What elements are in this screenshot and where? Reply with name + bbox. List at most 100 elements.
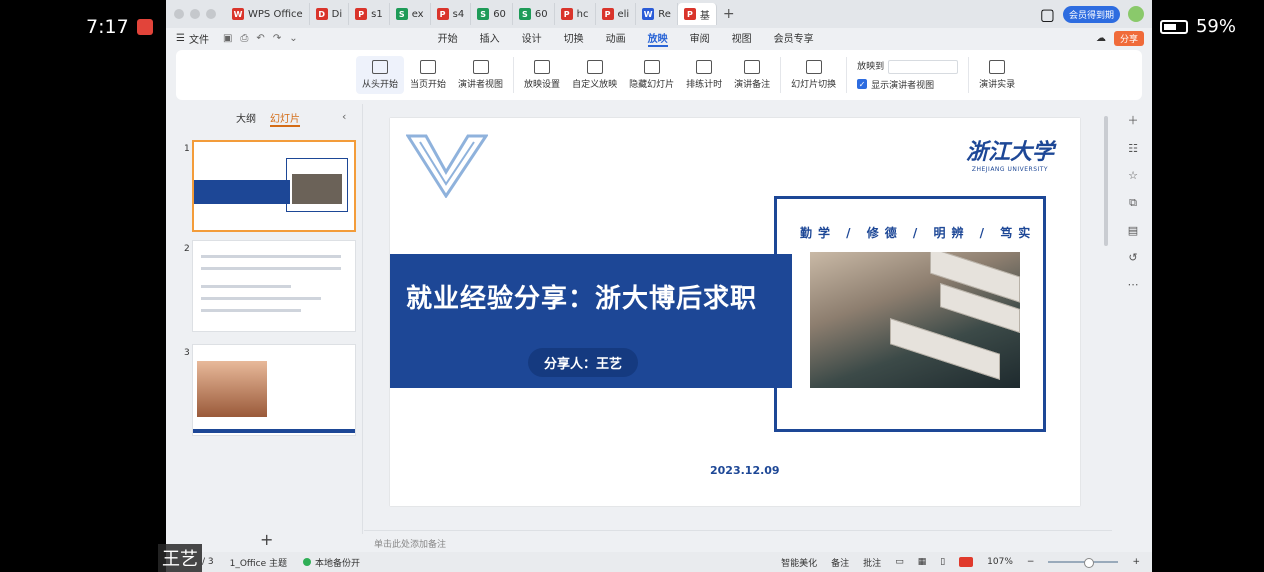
zoom-in-icon[interactable]: + [1132, 557, 1140, 567]
slide-thumbnail-2[interactable] [192, 240, 356, 332]
file-menu[interactable]: ☰ 文件 [176, 31, 209, 46]
w-app-icon: W [642, 8, 655, 20]
image-icon[interactable]: ▤ [1128, 224, 1138, 237]
menu-tab-3[interactable]: 切换 [564, 30, 584, 47]
ribbon-button-group: 从头开始 当页开始 演讲者视图 放映设置 自定义放映 隐藏幻灯片 排练计时 演讲备注 幻灯片切换 [356, 56, 842, 94]
notes-input[interactable]: 单击此处添加备注 [364, 530, 1112, 552]
chevron-down-icon[interactable]: ⌄ [289, 33, 297, 44]
presenter-view-checkbox[interactable]: ✓ 显示演讲者视图 [857, 78, 958, 91]
star-icon[interactable]: ☆ [1128, 169, 1138, 182]
file-menu-label: 文件 [188, 34, 209, 46]
speaker-notes-button[interactable]: 演讲备注 [728, 60, 776, 90]
redo-icon[interactable]: ↷ [273, 33, 281, 44]
show-settings-icon [534, 60, 551, 74]
backup-status[interactable]: 本地备份开 [302, 556, 360, 569]
menu-tab-6[interactable]: 审阅 [690, 30, 710, 47]
copy-icon[interactable]: ⧉ [1129, 196, 1137, 210]
close-window-icon[interactable] [174, 9, 184, 19]
current-slide[interactable]: 浙江大学 ZHEJIANG UNIVERSITY 勤学 / 修德 / 明辨 / … [390, 118, 1080, 506]
slide-thumbnail-1[interactable] [192, 140, 356, 232]
grid-view-icon[interactable]: ▦ [918, 557, 927, 567]
status-right: 智能美化 备注 批注 ▭ ▦ ▯ 107% − + [781, 556, 1152, 569]
zoom-slider[interactable] [1048, 558, 1119, 568]
more-icon[interactable]: ⋯ [1128, 278, 1139, 291]
properties-icon[interactable]: ☷ [1128, 142, 1138, 155]
play-icon[interactable] [959, 557, 974, 567]
add-slide-icon[interactable]: + [260, 530, 273, 549]
save-icon[interactable]: ▣ [223, 33, 232, 44]
menu-tab-1[interactable]: 插入 [480, 30, 500, 47]
thumb-photo [197, 361, 267, 417]
zoom-level[interactable]: 107% [987, 557, 1013, 567]
tab-3[interactable]: Sex [390, 3, 431, 25]
from-start-button[interactable]: 从头开始 [356, 56, 405, 94]
minimize-window-icon[interactable] [190, 9, 200, 19]
menu-tab-5[interactable]: 放映 [647, 30, 668, 47]
tab-label: eli [617, 8, 630, 20]
collapse-panel-icon[interactable]: ‹ [342, 110, 346, 123]
new-tab-icon[interactable]: + [717, 6, 741, 22]
presenter-view-button[interactable]: 演讲者视图 [452, 60, 509, 90]
hide-slide-button[interactable]: 隐藏幻灯片 [623, 60, 680, 90]
tab-6[interactable]: S 60 [513, 3, 555, 25]
slide-date: 2023.12.09 [710, 464, 780, 477]
share-button[interactable]: 分享 [1113, 30, 1144, 46]
tab-10[interactable]: P基 [677, 3, 717, 25]
tab-0[interactable]: W WPS Office [226, 3, 310, 25]
tab-7[interactable]: Phc [555, 3, 596, 25]
zoom-out-icon[interactable]: − [1027, 557, 1035, 567]
tab-9[interactable]: W Re [636, 3, 678, 25]
slides-tab[interactable]: 幻灯片 [270, 110, 300, 127]
beautify-button[interactable]: 智能美化 [781, 556, 817, 569]
from-current-button[interactable]: 当页开始 [404, 60, 452, 90]
vertical-scrollbar[interactable] [1104, 116, 1108, 246]
tab-8[interactable]: Peli [596, 3, 637, 25]
history-icon[interactable]: ↺ [1128, 251, 1137, 264]
phone-screen: 7:17 59% W WPS Office D Di Ps1 Sex Ps4 S 60 S 60 Ph… [0, 0, 1264, 572]
rehearse-timing-button[interactable]: 排练计时 [680, 60, 728, 90]
add-icon[interactable]: ＋ [1128, 112, 1139, 128]
layout-icon[interactable]: ▢ [1040, 5, 1055, 24]
panel-divider [362, 104, 363, 534]
presenter-view-icon [472, 60, 489, 74]
vip-badge[interactable]: 会员得到期 [1062, 5, 1120, 23]
menu-tab-7[interactable]: 视图 [732, 30, 752, 47]
menu-tab-4[interactable]: 动画 [606, 30, 626, 47]
menu-bar: ☰ 文件 ▣ ⎙ ↶ ↷ ⌄ 开始 插入 设计 切换 动画 放映 审阅 视图 会员专享 ☁ 分享 [166, 28, 1152, 48]
show-to-label: 放映到 [857, 62, 885, 73]
avatar[interactable] [1128, 6, 1144, 22]
tab-1[interactable]: D Di [310, 3, 350, 25]
print-icon[interactable]: ⎙ [240, 33, 248, 44]
maximize-window-icon[interactable] [206, 9, 216, 19]
outline-tab[interactable]: 大纲 [236, 110, 256, 127]
show-settings-button[interactable]: 放映设置 [518, 60, 566, 90]
record-button[interactable]: 演讲实录 [973, 60, 1021, 90]
backup-dot-icon [302, 558, 311, 566]
comments-toggle[interactable]: 批注 [863, 556, 881, 569]
thumb-line [201, 285, 291, 288]
menu-tab-2[interactable]: 设计 [522, 30, 542, 47]
slide-title: 就业经验分享：浙大博后求职 [406, 284, 758, 314]
menu-tab-0[interactable]: 开始 [438, 30, 458, 47]
p-app-icon: P [560, 8, 573, 20]
slide-thumbnail-3[interactable] [192, 344, 356, 436]
tab-list: W WPS Office D Di Ps1 Sex Ps4 S 60 S 60 Phc Peli W Re P… [226, 3, 717, 25]
ribbon-slideshow: 从头开始 当页开始 演讲者视图 放映设置 自定义放映 隐藏幻灯片 排练计时 演讲备注 幻灯片切换… [176, 50, 1142, 100]
undo-icon[interactable]: ↶ [256, 33, 264, 44]
reading-view-icon[interactable]: ▯ [940, 557, 945, 567]
slide-switch-button[interactable]: 幻灯片切换 [785, 60, 842, 90]
theme-label[interactable]: 1_Office 主题 [230, 556, 287, 569]
normal-view-icon[interactable]: ▭ [895, 557, 904, 567]
tab-5[interactable]: S 60 [471, 3, 513, 25]
menu-tab-8[interactable]: 会员专享 [774, 30, 814, 47]
show-to-dropdown[interactable] [888, 59, 959, 74]
cloud-icon[interactable]: ☁ [1096, 33, 1106, 44]
tab-2[interactable]: Ps1 [349, 3, 390, 25]
camera-icon [989, 60, 1006, 74]
thumb-footer [193, 429, 355, 433]
custom-show-button[interactable]: 自定义放映 [566, 60, 623, 90]
slide-canvas[interactable]: 浙江大学 ZHEJIANG UNIVERSITY 勤学 / 修德 / 明辨 / … [364, 104, 1112, 530]
notes-toggle[interactable]: 备注 [831, 556, 849, 569]
tab-4[interactable]: Ps4 [431, 3, 472, 25]
thumb-number: 2 [184, 244, 190, 254]
